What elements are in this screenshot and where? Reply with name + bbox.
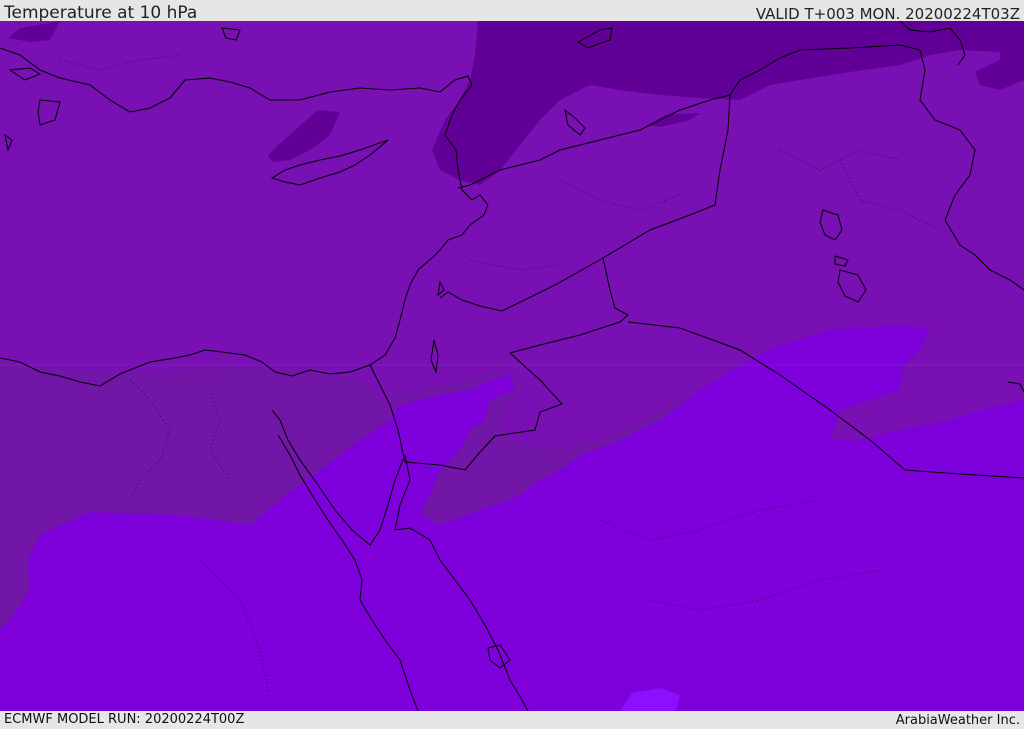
map-title: Temperature at 10 hPa	[4, 3, 198, 23]
map-svg	[0, 20, 1024, 712]
footer-bar: ECMWF MODEL RUN: 20200224T00Z ArabiaWeat…	[0, 711, 1024, 729]
weather-map	[0, 20, 1024, 712]
model-run-label: ECMWF MODEL RUN: 20200224T00Z	[4, 712, 245, 727]
valid-time: VALID T+003 MON. 20200224T03Z	[755, 5, 1020, 23]
credit-label: ArabiaWeather Inc.	[895, 713, 1020, 728]
header-bar: Temperature at 10 hPa VALID T+003 MON. 2…	[0, 0, 1024, 23]
